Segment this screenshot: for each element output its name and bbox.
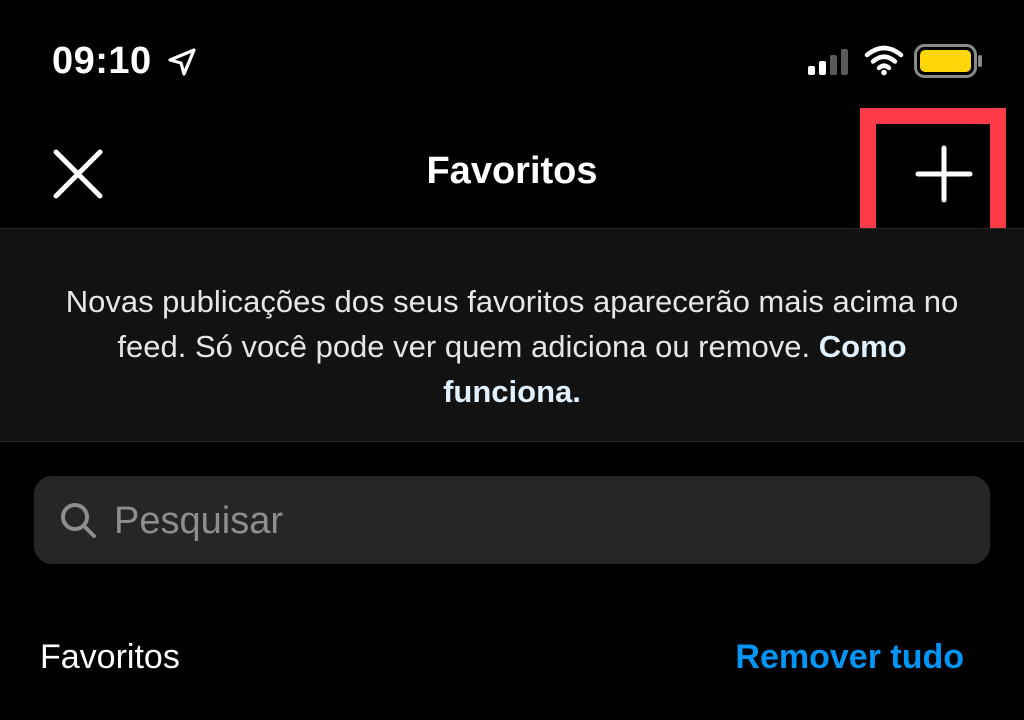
search-box[interactable] bbox=[34, 476, 990, 566]
wifi-icon bbox=[864, 45, 904, 76]
page-title: Favoritos bbox=[426, 150, 598, 192]
search-icon bbox=[61, 503, 96, 538]
remove-all-button[interactable]: Remover tudo bbox=[735, 638, 964, 677]
nav-bar: Favoritos bbox=[0, 120, 1024, 228]
add-favorite-button[interactable] bbox=[914, 144, 974, 204]
signal-icon bbox=[808, 49, 848, 75]
search-input[interactable] bbox=[112, 476, 976, 566]
info-banner: Novas publicações dos seus favoritos apa… bbox=[0, 228, 1024, 442]
favorites-screen: 09:10 Favoritos Novas publicações dos se… bbox=[0, 0, 1024, 720]
status-bar: 09:10 bbox=[0, 0, 1024, 120]
location-arrow-icon bbox=[168, 48, 196, 76]
status-time: 09:10 bbox=[52, 40, 152, 82]
info-text: Novas publicações dos seus favoritos apa… bbox=[60, 279, 964, 414]
plus-icon bbox=[915, 145, 973, 203]
section-title: Favoritos bbox=[40, 638, 180, 676]
battery-icon bbox=[914, 44, 982, 78]
